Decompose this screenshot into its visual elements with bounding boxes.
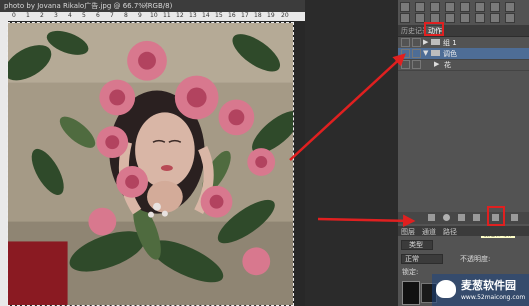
trash-icon[interactable] bbox=[511, 214, 518, 221]
toggle-checkbox[interactable] bbox=[401, 49, 410, 58]
panel-tool-icon[interactable] bbox=[445, 2, 455, 12]
dialog-toggle-checkbox[interactable] bbox=[412, 49, 421, 58]
action-row[interactable]: ▶ 花 bbox=[398, 59, 529, 71]
action-set-label: 调色 bbox=[443, 50, 457, 58]
ruler-mark: 9 bbox=[138, 12, 142, 19]
lock-label: 锁定: bbox=[402, 268, 419, 276]
action-label: 花 bbox=[444, 61, 451, 69]
ruler-mark: 19 bbox=[267, 12, 275, 19]
panel-tool-icon[interactable] bbox=[400, 2, 410, 12]
layer-filter-row: 类型 bbox=[398, 239, 529, 250]
panel-tool-icon[interactable] bbox=[475, 2, 485, 12]
panel-tool-icon[interactable] bbox=[430, 2, 440, 12]
panel-tool-icon[interactable] bbox=[490, 2, 500, 12]
layers-panel-tabs: 图层 通道 路径 bbox=[398, 226, 529, 236]
new-set-folder-icon[interactable] bbox=[473, 214, 480, 221]
folder-icon bbox=[431, 50, 440, 56]
ruler-mark: 15 bbox=[215, 12, 223, 19]
actions-panel-tabs: 历史记录 动作 bbox=[398, 25, 529, 37]
dialog-toggle-checkbox[interactable] bbox=[412, 60, 421, 69]
play-icon[interactable] bbox=[458, 214, 465, 221]
opacity-label: 不透明度: bbox=[460, 255, 491, 263]
tab-layers[interactable]: 图层 bbox=[401, 227, 415, 237]
watermark-logo-icon bbox=[436, 280, 456, 298]
watermark-title: 麦葱软件园 bbox=[461, 279, 516, 292]
ruler-mark: 12 bbox=[176, 12, 184, 19]
workspace-gap bbox=[305, 0, 398, 306]
ruler-mark: 17 bbox=[241, 12, 249, 19]
ruler-mark: 1 bbox=[26, 12, 30, 19]
ruler-mark: 10 bbox=[150, 12, 158, 19]
expand-arrow-icon[interactable]: ▶ bbox=[423, 38, 428, 46]
ruler-mark: 6 bbox=[96, 12, 100, 19]
site-watermark: 麦葱软件园 www.52maicong.com bbox=[432, 274, 529, 306]
panel-tool-icon[interactable] bbox=[445, 13, 455, 23]
toggle-checkbox[interactable] bbox=[401, 38, 410, 47]
ruler-mark: 4 bbox=[68, 12, 72, 19]
ruler-mark: 8 bbox=[124, 12, 128, 19]
tab-channels[interactable]: 通道 bbox=[422, 227, 436, 237]
action-set-label: 组 1 bbox=[443, 39, 457, 47]
close-tab-icon[interactable]: × bbox=[143, 1, 149, 9]
ruler-mark: 5 bbox=[82, 12, 86, 19]
blend-mode-label: 正常 bbox=[405, 255, 419, 263]
ruler-mark: 18 bbox=[254, 12, 262, 19]
actions-bottom-toolbar bbox=[398, 212, 529, 224]
ruler-mark: 11 bbox=[163, 12, 171, 19]
expand-arrow-icon[interactable]: ▶ bbox=[434, 60, 439, 68]
panel-tool-icon[interactable] bbox=[475, 13, 485, 23]
ruler-mark: 16 bbox=[228, 12, 236, 19]
panel-tool-icon[interactable] bbox=[505, 13, 515, 23]
panel-tool-icon[interactable] bbox=[460, 2, 470, 12]
panel-toolbar-row bbox=[400, 2, 520, 12]
ruler-mark: 13 bbox=[189, 12, 197, 19]
ruler-mark: 20 bbox=[281, 12, 289, 19]
panel-tool-icon[interactable] bbox=[505, 2, 515, 12]
layer-blend-row: 正常 不透明度: bbox=[398, 253, 529, 264]
toggle-checkbox[interactable] bbox=[401, 60, 410, 69]
collapse-arrow-icon[interactable]: ▼ bbox=[423, 49, 428, 57]
record-icon[interactable] bbox=[443, 214, 450, 221]
watermark-url: www.52maicong.com bbox=[461, 294, 526, 301]
dialog-toggle-checkbox[interactable] bbox=[412, 38, 421, 47]
ruler-mark: 0 bbox=[12, 12, 16, 19]
ruler-mark: 2 bbox=[40, 12, 44, 19]
filter-kind-label: 类型 bbox=[409, 241, 423, 249]
photo-canvas[interactable] bbox=[7, 22, 294, 306]
actions-tab-highlight bbox=[424, 22, 444, 36]
layer-thumbnail[interactable] bbox=[402, 281, 420, 305]
tab-paths[interactable]: 路径 bbox=[443, 227, 457, 237]
new-action-highlight bbox=[487, 206, 505, 226]
ruler-mark: 7 bbox=[110, 12, 114, 19]
panel-tool-icon[interactable] bbox=[415, 2, 425, 12]
ruler-mark: 3 bbox=[54, 12, 58, 19]
flower-portrait-image bbox=[8, 23, 293, 305]
panel-toolbar-row bbox=[400, 13, 520, 23]
panel-tool-icon[interactable] bbox=[490, 13, 500, 23]
panel-tool-icon[interactable] bbox=[400, 13, 410, 23]
stop-icon[interactable] bbox=[428, 214, 435, 221]
ruler-mark: 14 bbox=[202, 12, 210, 19]
panel-tool-icon[interactable] bbox=[460, 13, 470, 23]
folder-icon bbox=[431, 39, 440, 45]
